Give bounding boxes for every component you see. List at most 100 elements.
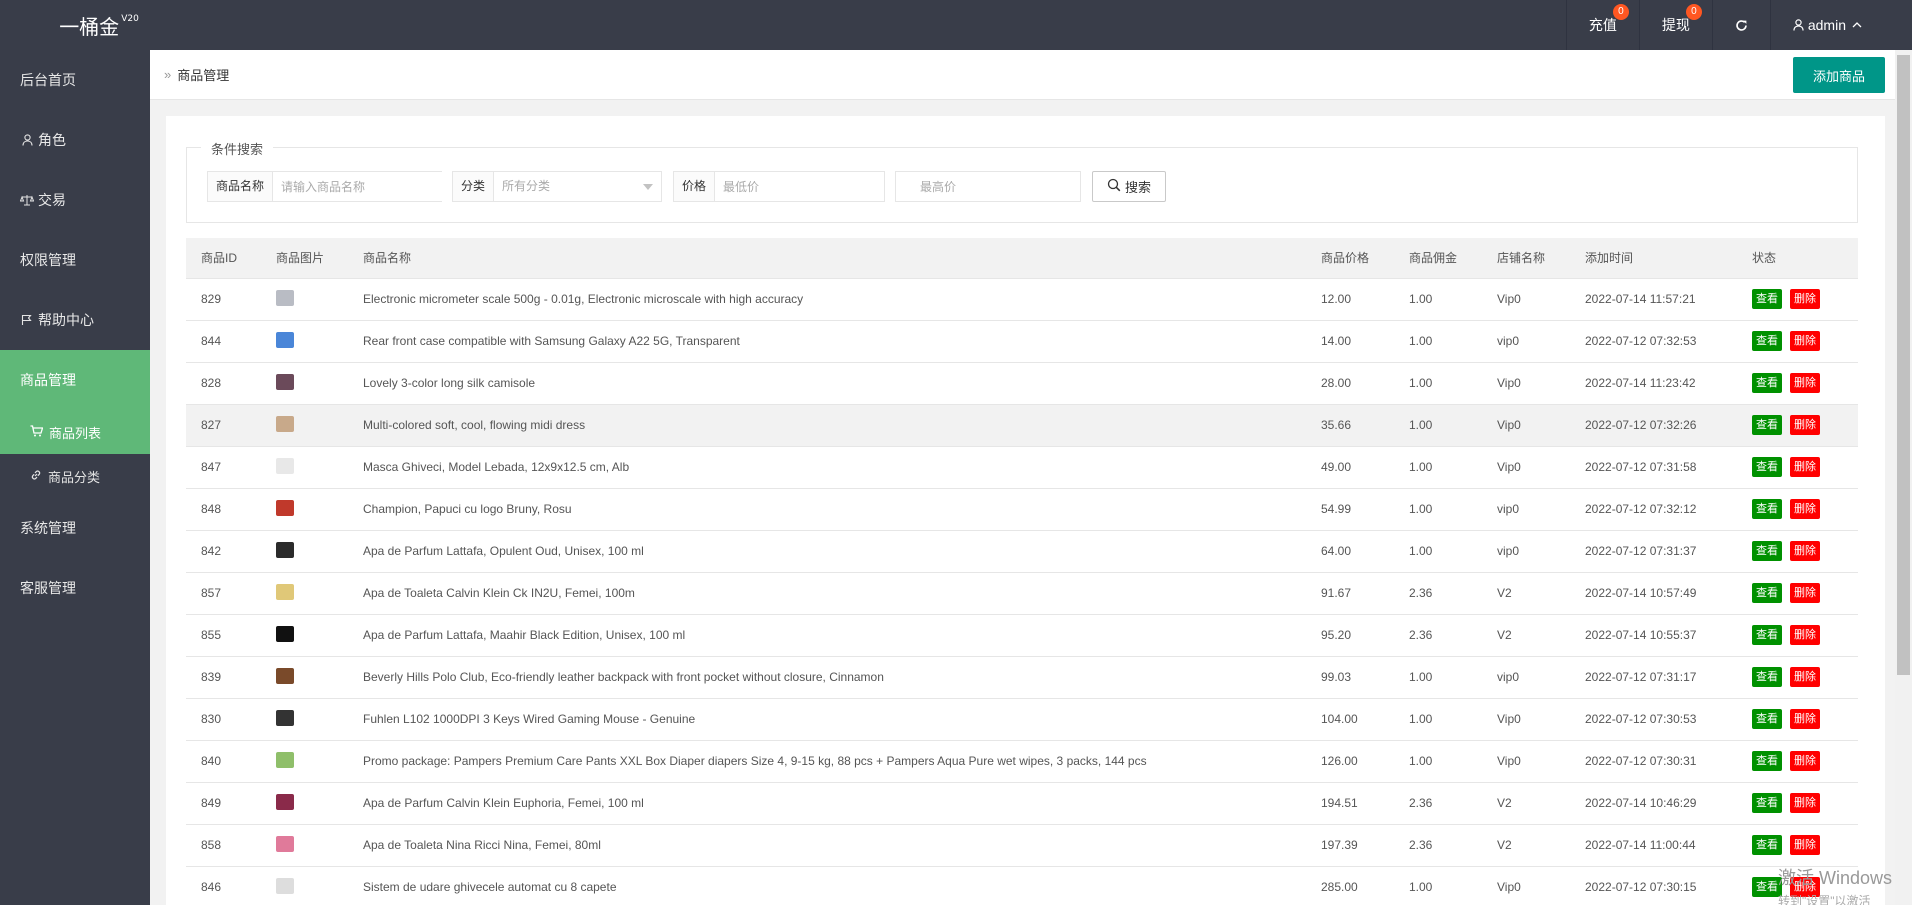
view-button[interactable]: 查看	[1752, 667, 1782, 687]
goods-thumbnail[interactable]	[276, 835, 294, 852]
goods-id: 827	[186, 404, 261, 447]
delete-button[interactable]: 删除	[1790, 625, 1820, 645]
view-button[interactable]: 查看	[1752, 583, 1782, 603]
delete-button[interactable]: 删除	[1790, 751, 1820, 771]
goods-thumbnail[interactable]	[276, 583, 294, 600]
goods-commission: 2.36	[1394, 782, 1482, 825]
category-select[interactable]: 所有分类	[494, 172, 661, 201]
table-row: 858 Apa de Toaleta Nina Ricci Nina, Femei…	[186, 824, 1858, 867]
sidebar-item-trade[interactable]: 交易	[0, 170, 150, 230]
view-button[interactable]: 查看	[1752, 751, 1782, 771]
goods-image-cell	[261, 614, 348, 657]
goods-id: 829	[186, 278, 261, 321]
delete-button[interactable]: 删除	[1790, 373, 1820, 393]
view-button[interactable]: 查看	[1752, 415, 1782, 435]
view-button[interactable]: 查看	[1752, 289, 1782, 309]
sidebar-item-goods[interactable]: 商品管理	[0, 350, 150, 410]
goods-thumbnail[interactable]	[276, 373, 294, 390]
actions-cell: 查看 删除	[1737, 824, 1858, 867]
breadcrumb: » 商品管理	[150, 50, 1895, 100]
goods-price: 91.67	[1306, 572, 1394, 615]
actions-cell: 查看 删除	[1737, 404, 1858, 447]
delete-button[interactable]: 删除	[1790, 457, 1820, 477]
shop-name: vip0	[1482, 656, 1570, 699]
refresh-button[interactable]	[1711, 0, 1770, 50]
search-button[interactable]: 搜索	[1092, 171, 1166, 202]
goods-id: 858	[186, 824, 261, 867]
table-row: 849 Apa de Parfum Calvin Klein Euphoria, …	[186, 782, 1858, 825]
goods-commission: 1.00	[1394, 362, 1482, 405]
sidebar-subitem-goods-list[interactable]: 商品列表	[0, 410, 150, 454]
goods-name: Multi-colored soft, cool, flowing midi d…	[348, 404, 1306, 447]
view-button[interactable]: 查看	[1752, 373, 1782, 393]
view-button[interactable]: 查看	[1752, 331, 1782, 351]
withdraw-button[interactable]: 提现 0	[1638, 0, 1712, 50]
view-button[interactable]: 查看	[1752, 541, 1782, 561]
goods-thumbnail[interactable]	[276, 667, 294, 684]
goods-image-cell	[261, 572, 348, 615]
goods-thumbnail[interactable]	[276, 415, 294, 432]
windows-activation-watermark: 激活 Windows 转到"设置"以激活 Windows。	[1778, 864, 1895, 905]
goods-thumbnail[interactable]	[276, 541, 294, 558]
view-button[interactable]: 查看	[1752, 793, 1782, 813]
scrollbar-thumb[interactable]	[1897, 55, 1910, 675]
actions-cell: 查看 删除	[1737, 782, 1858, 825]
goods-thumbnail[interactable]	[276, 877, 294, 894]
goods-thumbnail[interactable]	[276, 751, 294, 768]
sidebar-item-label: 系统管理	[20, 520, 76, 536]
delete-button[interactable]: 删除	[1790, 583, 1820, 603]
added-time: 2022-07-12 07:31:17	[1570, 656, 1737, 699]
delete-button[interactable]: 删除	[1790, 499, 1820, 519]
sidebar-item-home[interactable]: 后台首页	[0, 50, 150, 110]
recharge-button[interactable]: 充值 0	[1565, 0, 1639, 50]
sidebar-item-customer-service[interactable]: 客服管理	[0, 558, 150, 618]
sidebar-item-role[interactable]: 角色	[0, 110, 150, 170]
added-time: 2022-07-14 10:57:49	[1570, 572, 1737, 615]
delete-button[interactable]: 删除	[1790, 331, 1820, 351]
app-logo[interactable]: 一桶金 V20	[0, 0, 198, 50]
goods-name: Apa de Parfum Lattafa, Opulent Oud, Unis…	[348, 530, 1306, 573]
add-goods-button[interactable]: 添加商品	[1793, 57, 1885, 93]
delete-button[interactable]: 删除	[1790, 709, 1820, 729]
col-header: 添加时间	[1570, 238, 1737, 279]
delete-button[interactable]: 删除	[1790, 667, 1820, 687]
actions-cell: 查看 删除	[1737, 362, 1858, 405]
delete-button[interactable]: 删除	[1790, 835, 1820, 855]
delete-button[interactable]: 删除	[1790, 289, 1820, 309]
vertical-scrollbar[interactable]	[1895, 50, 1912, 905]
goods-thumbnail[interactable]	[276, 709, 294, 726]
user-menu[interactable]: admin	[1769, 0, 1912, 50]
table-row: 840 Promo package: Pampers Premium Care P…	[186, 740, 1858, 783]
view-button[interactable]: 查看	[1752, 835, 1782, 855]
sidebar-subitem-goods-category[interactable]: 商品分类	[0, 454, 150, 498]
min-price-input[interactable]	[715, 172, 884, 201]
view-button[interactable]: 查看	[1752, 499, 1782, 519]
goods-name: Promo package: Pampers Premium Care Pant…	[348, 740, 1306, 783]
delete-button[interactable]: 删除	[1790, 541, 1820, 561]
max-price-input[interactable]	[896, 172, 1080, 201]
goods-thumbnail[interactable]	[276, 457, 294, 474]
goods-thumbnail[interactable]	[276, 793, 294, 810]
goods-thumbnail[interactable]	[276, 625, 294, 642]
delete-button[interactable]: 删除	[1790, 415, 1820, 435]
sidebar-item-system[interactable]: 系统管理	[0, 498, 150, 558]
col-header: 店铺名称	[1482, 238, 1570, 279]
view-button[interactable]: 查看	[1752, 457, 1782, 477]
goods-thumbnail[interactable]	[276, 499, 294, 516]
caret-down-icon	[643, 184, 653, 190]
goods-thumbnail[interactable]	[276, 289, 294, 306]
goods-id: 844	[186, 320, 261, 363]
delete-button[interactable]: 删除	[1790, 793, 1820, 813]
shop-name: vip0	[1482, 530, 1570, 573]
sidebar-item-label: 商品管理	[20, 372, 76, 388]
added-time: 2022-07-14 11:23:42	[1570, 362, 1737, 405]
view-button[interactable]: 查看	[1752, 709, 1782, 729]
goods-thumbnail[interactable]	[276, 331, 294, 348]
goods-price: 194.51	[1306, 782, 1394, 825]
sidebar-item-permission[interactable]: 权限管理	[0, 230, 150, 290]
sidebar-item-help[interactable]: 帮助中心	[0, 290, 150, 350]
view-button[interactable]: 查看	[1752, 625, 1782, 645]
goods-price: 99.03	[1306, 656, 1394, 699]
name-input[interactable]	[273, 172, 444, 201]
goods-name: Apa de Toaleta Calvin Klein Ck IN2U, Fem…	[348, 572, 1306, 615]
